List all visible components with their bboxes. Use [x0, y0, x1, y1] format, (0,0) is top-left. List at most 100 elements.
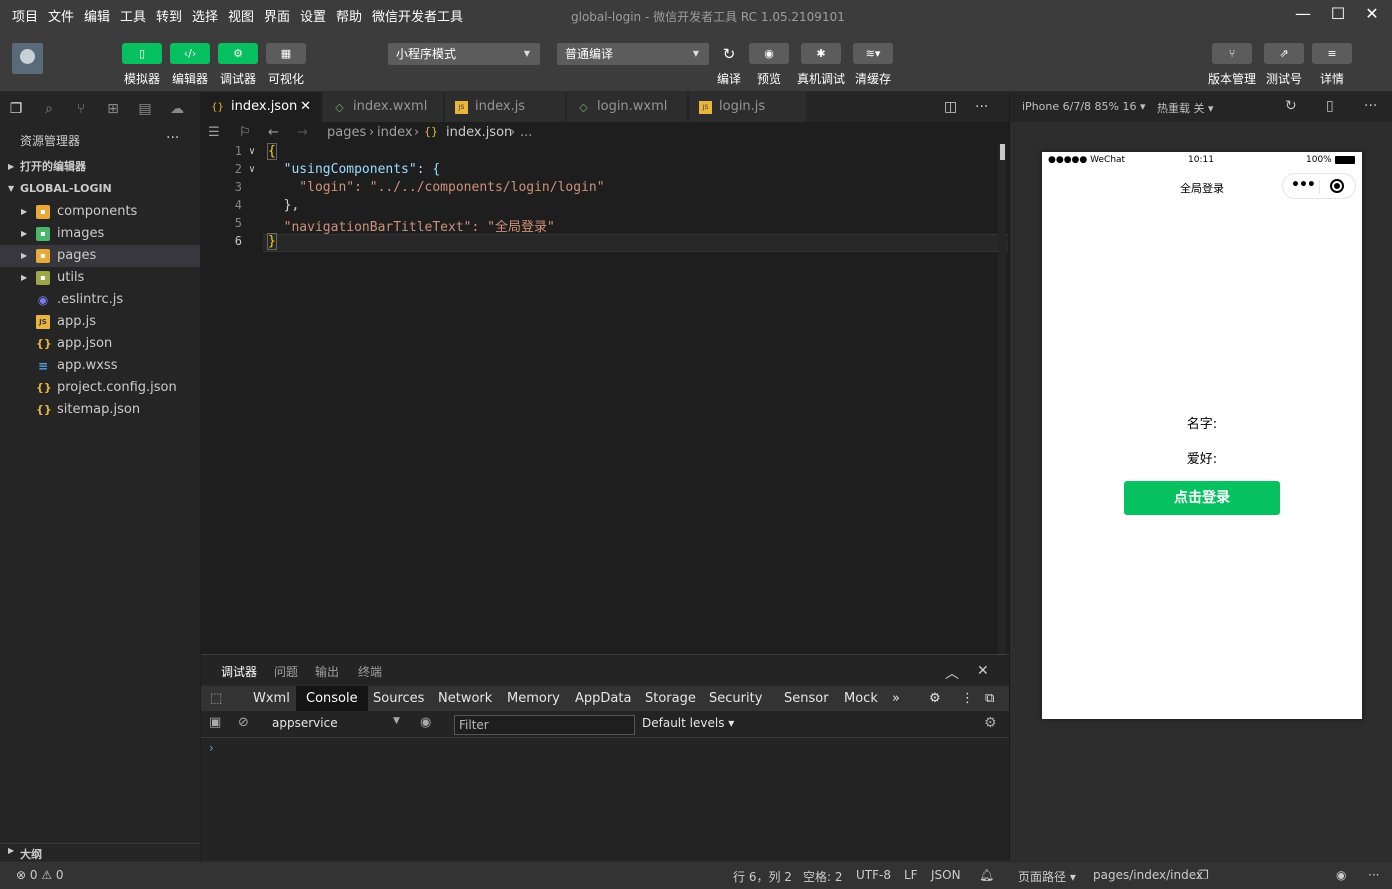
tab-problems[interactable]: 问题	[274, 663, 298, 680]
tab-debugger[interactable]: 调试器	[221, 663, 258, 688]
tree-item-project-config[interactable]: {} project.config.json	[0, 377, 200, 399]
page-path-select[interactable]: 页面路径 ▾	[1018, 868, 1076, 885]
capsule-menu[interactable]: •••	[1282, 173, 1356, 199]
more-icon[interactable]: ···	[1364, 98, 1377, 114]
menu-select[interactable]: 选择	[192, 6, 218, 25]
editor-scrollbar-thumb[interactable]	[1000, 144, 1005, 160]
tab-output[interactable]: 输出	[315, 663, 339, 680]
tab-terminal[interactable]: 终端	[358, 663, 382, 680]
rotate-icon[interactable]: ↻	[1285, 98, 1297, 114]
test-account-button[interactable]: ⇗	[1264, 43, 1304, 64]
visual-toggle-button[interactable]: ▦	[266, 43, 306, 64]
tab-index-js[interactable]: JS index.js	[445, 92, 566, 122]
hot-reload-select[interactable]: 热重载 关 ▾	[1157, 100, 1214, 116]
menu-project[interactable]: 项目	[12, 6, 38, 25]
minimize-icon[interactable]: —	[1293, 4, 1313, 24]
simulator-toggle-button[interactable]: ▯	[122, 43, 162, 64]
open-editors-section[interactable]: ▶ 打开的编辑器	[0, 156, 200, 178]
context-select[interactable]: appservice	[272, 716, 338, 730]
maximize-icon[interactable]: ☐	[1328, 4, 1348, 24]
outline-section[interactable]: ▶ 大纲	[0, 843, 200, 861]
console-filter-input[interactable]: Filter	[454, 715, 635, 735]
tree-item-images[interactable]: ▶ ▪ images	[0, 223, 200, 245]
devtab-console[interactable]: Console	[296, 686, 368, 712]
tree-item-app-json[interactable]: {} app.json	[0, 333, 200, 355]
tab-login-js[interactable]: JS login.js	[689, 92, 807, 122]
menu-wechat-devtools[interactable]: 微信开发者工具	[372, 6, 463, 25]
devtab-sensor[interactable]: Sensor	[784, 686, 829, 712]
storage-icon[interactable]: ▤	[136, 100, 154, 118]
phone-icon[interactable]: ▯	[1326, 98, 1334, 114]
chevron-up-icon[interactable]: ︿	[945, 663, 959, 683]
kebab-menu-icon[interactable]: ⋮	[961, 686, 974, 712]
breadcrumb-more[interactable]: ...	[520, 125, 532, 140]
undock-icon[interactable]: ⧉	[985, 686, 994, 712]
compile-button[interactable]: ↻	[709, 43, 749, 64]
mode-select[interactable]: 小程序模式 ▼	[388, 43, 540, 65]
editor-scrollbar[interactable]	[998, 144, 1006, 654]
devtab-memory[interactable]: Memory	[507, 686, 560, 712]
devtab-mock[interactable]: Mock	[844, 686, 878, 712]
avatar[interactable]	[12, 43, 43, 74]
close-panel-icon[interactable]: ✕	[977, 663, 989, 679]
breadcrumb-index[interactable]: index	[377, 125, 413, 140]
indent-spaces[interactable]: 空格: 2	[803, 868, 843, 885]
login-button[interactable]: 点击登录	[1124, 481, 1280, 515]
compile-select[interactable]: 普通编译 ▼	[557, 43, 709, 65]
tree-item-app-js[interactable]: JS app.js	[0, 311, 200, 333]
back-icon[interactable]: ←	[268, 125, 279, 140]
menu-settings[interactable]: 设置	[300, 6, 326, 25]
tree-item-utils[interactable]: ▶ ▪ utils	[0, 267, 200, 289]
breadcrumb-pages[interactable]: pages	[327, 125, 366, 140]
more-icon[interactable]: ···	[975, 99, 988, 115]
devtab-network[interactable]: Network	[438, 686, 492, 712]
menu-tools[interactable]: 工具	[120, 6, 146, 25]
language-mode[interactable]: JSON	[931, 868, 961, 882]
devtab-wxml[interactable]: Wxml	[253, 686, 290, 712]
files-icon[interactable]: ❐	[7, 100, 25, 118]
version-mgmt-button[interactable]: ⑂	[1212, 43, 1252, 64]
devtab-security[interactable]: Security	[709, 686, 762, 712]
log-levels-select[interactable]: Default levels ▾	[642, 716, 734, 730]
search-icon[interactable]: ⌕	[40, 100, 58, 118]
inspect-icon[interactable]: ⬚	[210, 686, 222, 712]
breadcrumb-file[interactable]: index.json	[446, 125, 512, 140]
project-section[interactable]: ▼ GLOBAL-LOGIN	[0, 178, 200, 200]
clear-cache-button[interactable]: ≋▾	[853, 43, 893, 64]
devtab-sources[interactable]: Sources	[373, 686, 424, 712]
menu-help[interactable]: 帮助	[336, 6, 362, 25]
close-icon[interactable]: ✕	[300, 92, 311, 122]
cloud-icon[interactable]: ☁	[168, 100, 186, 118]
eye-icon[interactable]: ◉	[420, 715, 431, 730]
remote-debug-button[interactable]: ✱	[801, 43, 841, 64]
devtab-storage[interactable]: Storage	[645, 686, 696, 712]
settings-icon[interactable]: ⚙	[984, 715, 997, 731]
tree-item-components[interactable]: ▶ ▪ components	[0, 201, 200, 223]
code-editor[interactable]: 1 2 3 4 5 6 ∨ ∨ { "usingComponents": { "…	[201, 143, 1009, 654]
sidebar-toggle-icon[interactable]: ▣	[209, 715, 221, 730]
menu-edit[interactable]: 编辑	[84, 6, 110, 25]
problems-count[interactable]: ⊗ 0 ⚠ 0	[16, 868, 64, 882]
menu-interface[interactable]: 界面	[264, 6, 290, 25]
preview-button[interactable]: ◉	[749, 43, 789, 64]
debugger-toggle-button[interactable]: ⚙	[218, 43, 258, 64]
fold-chevron-icon[interactable]: ∨	[249, 146, 255, 157]
device-select[interactable]: iPhone 6/7/8 85% 16 ▾	[1022, 100, 1146, 113]
tree-item-eslintrc[interactable]: ◉ .eslintrc.js	[0, 289, 200, 311]
source-control-icon[interactable]: ⑂	[72, 100, 90, 118]
more-icon[interactable]: ···	[1368, 868, 1379, 882]
line-ending[interactable]: LF	[904, 868, 918, 882]
menu-file[interactable]: 文件	[48, 6, 74, 25]
bookmark-icon[interactable]: ⚐	[239, 125, 251, 140]
cursor-position[interactable]: 行 6，列 2	[733, 868, 792, 885]
close-icon[interactable]: ✕	[1362, 4, 1382, 24]
file-encoding[interactable]: UTF-8	[856, 868, 891, 882]
clear-console-icon[interactable]: ⊘	[238, 715, 249, 730]
editor-toggle-button[interactable]: ‹/›	[170, 43, 210, 64]
more-tabs-icon[interactable]: »	[892, 686, 900, 712]
details-button[interactable]: ≡	[1312, 43, 1352, 64]
copy-icon[interactable]: ❐	[1198, 868, 1209, 882]
menu-view[interactable]: 视图	[228, 6, 254, 25]
eye-icon[interactable]: ◉	[1336, 868, 1346, 882]
list-icon[interactable]: ☰	[208, 125, 220, 140]
